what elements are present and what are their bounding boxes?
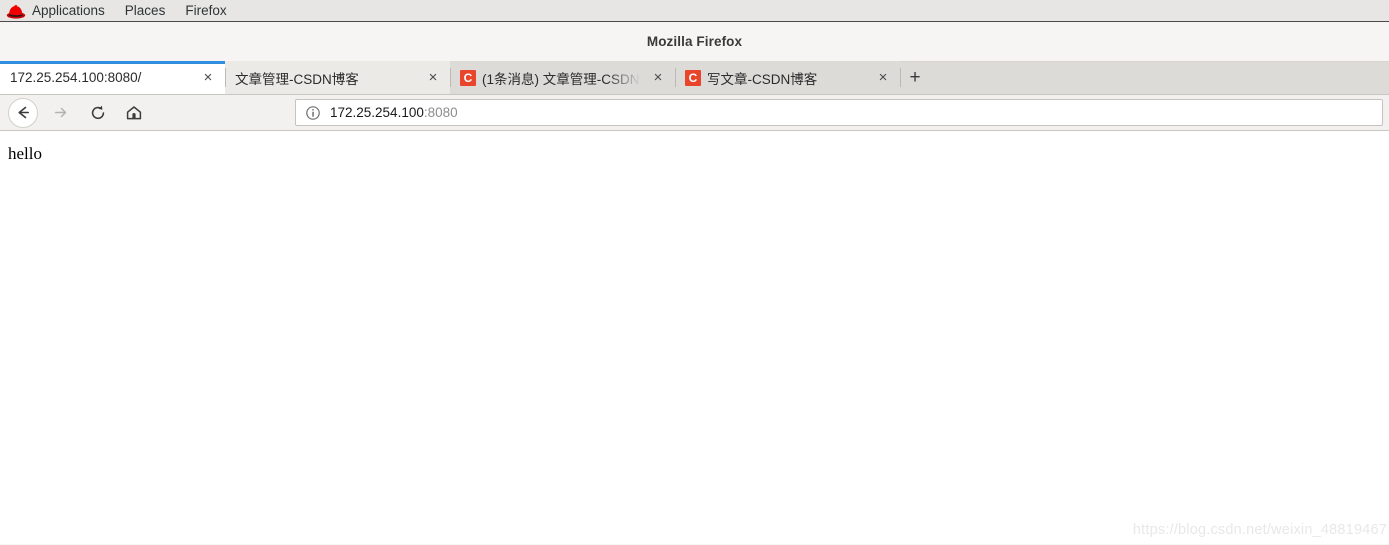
tab-close-icon[interactable]: × — [422, 67, 444, 89]
csdn-favicon-icon: C — [460, 69, 476, 86]
panel-item-places[interactable]: Places — [115, 0, 176, 21]
tab-separator — [900, 68, 901, 87]
tab-separator — [225, 68, 226, 87]
browser-tab-4[interactable]: C 写文章-CSDN博客 × — [675, 61, 900, 94]
panel-item-applications[interactable]: Applications — [30, 0, 115, 21]
browser-tab-1[interactable]: 172.25.254.100:8080/ × — [0, 61, 225, 94]
page-content-area: hello https://blog.csdn.net/weixin_48819… — [0, 131, 1389, 544]
page-info-icon[interactable] — [305, 105, 321, 121]
back-arrow-icon — [15, 104, 32, 121]
page-body-text: hello — [8, 144, 42, 163]
tab-label: 172.25.254.100:8080/ — [10, 70, 142, 85]
forward-arrow-icon — [52, 104, 69, 121]
url-bar[interactable]: 172.25.254.100:8080 — [295, 99, 1383, 126]
tab-close-icon[interactable]: × — [197, 67, 219, 89]
firefox-window: Mozilla Firefox 172.25.254.100:8080/ × 文… — [0, 22, 1389, 545]
browser-tab-3[interactable]: C (1条消息) 文章管理-CSDN博客 × — [450, 61, 675, 94]
back-button[interactable] — [8, 97, 38, 128]
url-port: :8080 — [423, 105, 458, 120]
tab-label: (1条消息) 文章管理-CSDN博客 — [482, 71, 641, 87]
window-titlebar: Mozilla Firefox — [0, 22, 1389, 62]
tab-close-icon[interactable]: × — [872, 67, 894, 89]
navigation-toolbar: 172.25.254.100:8080 — [0, 95, 1389, 131]
window-title: Mozilla Firefox — [646, 34, 743, 49]
tab-strip: 172.25.254.100:8080/ × 文章管理-CSDN博客 × C (… — [0, 61, 1389, 95]
new-tab-button[interactable]: + — [900, 61, 930, 94]
plus-icon: + — [909, 67, 921, 88]
tab-close-icon[interactable]: × — [647, 67, 669, 89]
panel-item-firefox[interactable]: Firefox — [175, 0, 236, 21]
tab-separator — [675, 68, 676, 87]
home-button[interactable] — [119, 98, 149, 128]
csdn-favicon-icon: C — [685, 69, 701, 86]
forward-button — [45, 98, 75, 128]
url-host: 172.25.254.100 — [330, 105, 424, 120]
redhat-fedora-logo-icon — [5, 1, 27, 21]
tab-separator — [450, 68, 451, 87]
reload-icon — [89, 104, 107, 122]
tab-label: 文章管理-CSDN博客 — [235, 71, 359, 87]
desktop-top-panel: Applications Places Firefox — [0, 0, 1389, 22]
browser-tab-2[interactable]: 文章管理-CSDN博客 × — [225, 61, 450, 94]
home-icon — [125, 104, 143, 122]
watermark-text: https://blog.csdn.net/weixin_48819467 — [1132, 522, 1387, 538]
reload-button[interactable] — [83, 98, 113, 128]
url-text: 172.25.254.100:8080 — [330, 105, 458, 120]
tab-label: 写文章-CSDN博客 — [707, 71, 818, 87]
